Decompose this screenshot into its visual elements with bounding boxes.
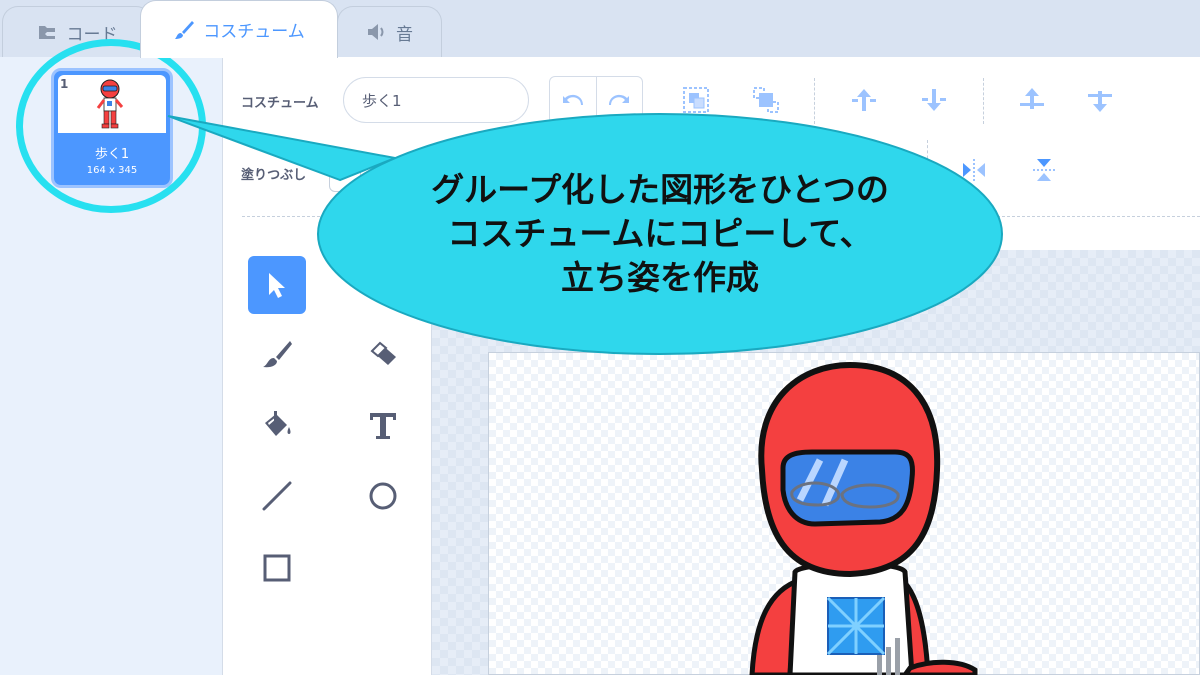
- character-hand: [901, 659, 978, 675]
- character-bar-1: [877, 655, 882, 675]
- callout-text: グループ化した図形をひとつの コスチュームにコピーして、 立ち姿を作成: [340, 168, 980, 300]
- character-chest-pattern: [826, 596, 886, 656]
- paintbrush-icon: [173, 19, 195, 41]
- tab-costumes[interactable]: コスチューム: [140, 0, 338, 58]
- character-drawing[interactable]: [0, 0, 1200, 675]
- callout-line-1: グループ化した図形をひとつの: [431, 170, 889, 209]
- character-bar-3: [895, 638, 900, 675]
- callout-line-2: コスチュームにコピーして、: [447, 214, 873, 253]
- tab-costumes-label: コスチューム: [203, 22, 305, 42]
- character-bar-2: [886, 647, 891, 675]
- callout-line-3: 立ち姿を作成: [561, 258, 759, 297]
